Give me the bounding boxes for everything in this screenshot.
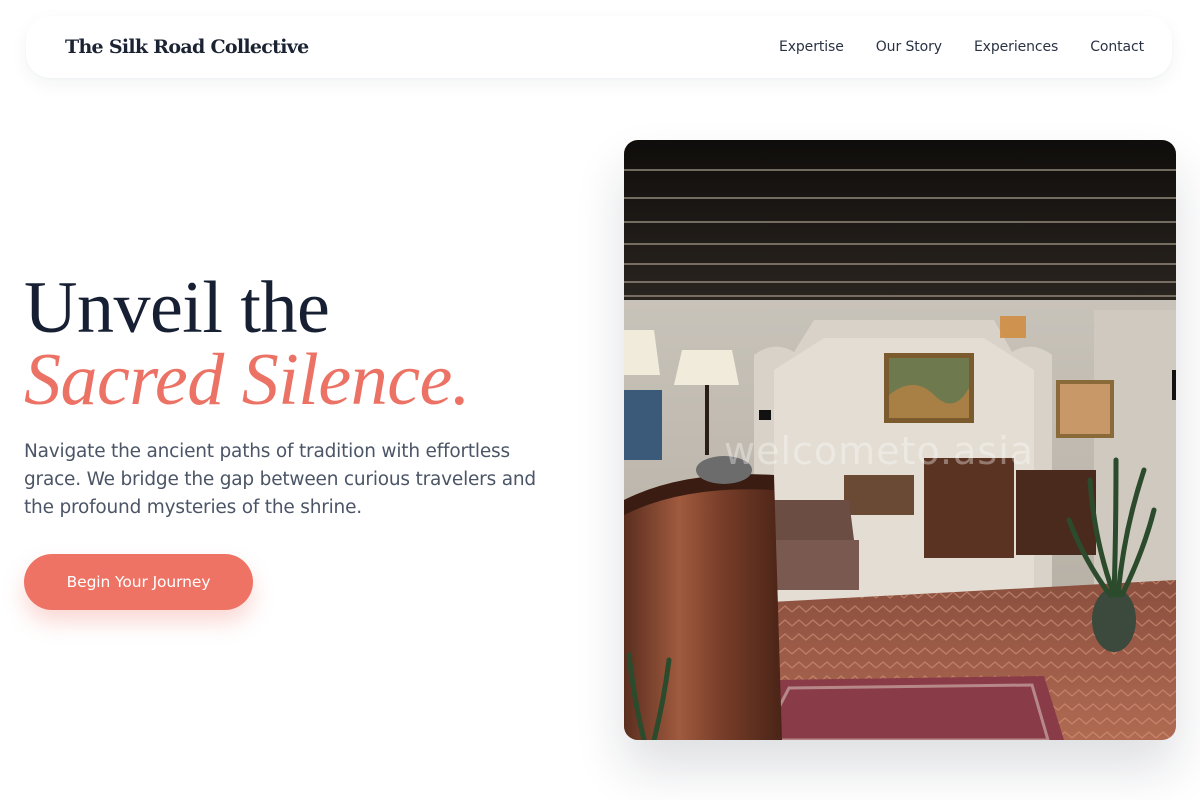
hero-title: Unveil the Sacred Silence. <box>24 267 470 421</box>
nav-link-expertise[interactable]: Expertise <box>779 39 844 55</box>
nav-link-experiences[interactable]: Experiences <box>974 39 1058 55</box>
hotel-lobby-photo: welcometo.asia <box>624 140 1176 740</box>
hero-title-line-2: Sacred Silence. <box>24 339 470 421</box>
begin-journey-button[interactable]: Begin Your Journey <box>24 554 253 610</box>
hero-title-line-1: Unveil the <box>24 267 330 349</box>
site-header: The Silk Road Collective Expertise Our S… <box>26 16 1172 78</box>
hero-description: Navigate the ancient paths of tradition … <box>24 441 536 518</box>
main-nav: Expertise Our Story Experiences Contact <box>779 39 1144 55</box>
hero-image: welcometo.asia <box>624 140 1176 740</box>
nav-link-our-story[interactable]: Our Story <box>876 39 942 55</box>
nav-link-contact[interactable]: Contact <box>1090 39 1144 55</box>
brand-logo[interactable]: The Silk Road Collective <box>65 36 309 58</box>
image-watermark: welcometo.asia <box>724 429 1034 473</box>
landing-page: The Silk Road Collective Expertise Our S… <box>0 0 1200 800</box>
